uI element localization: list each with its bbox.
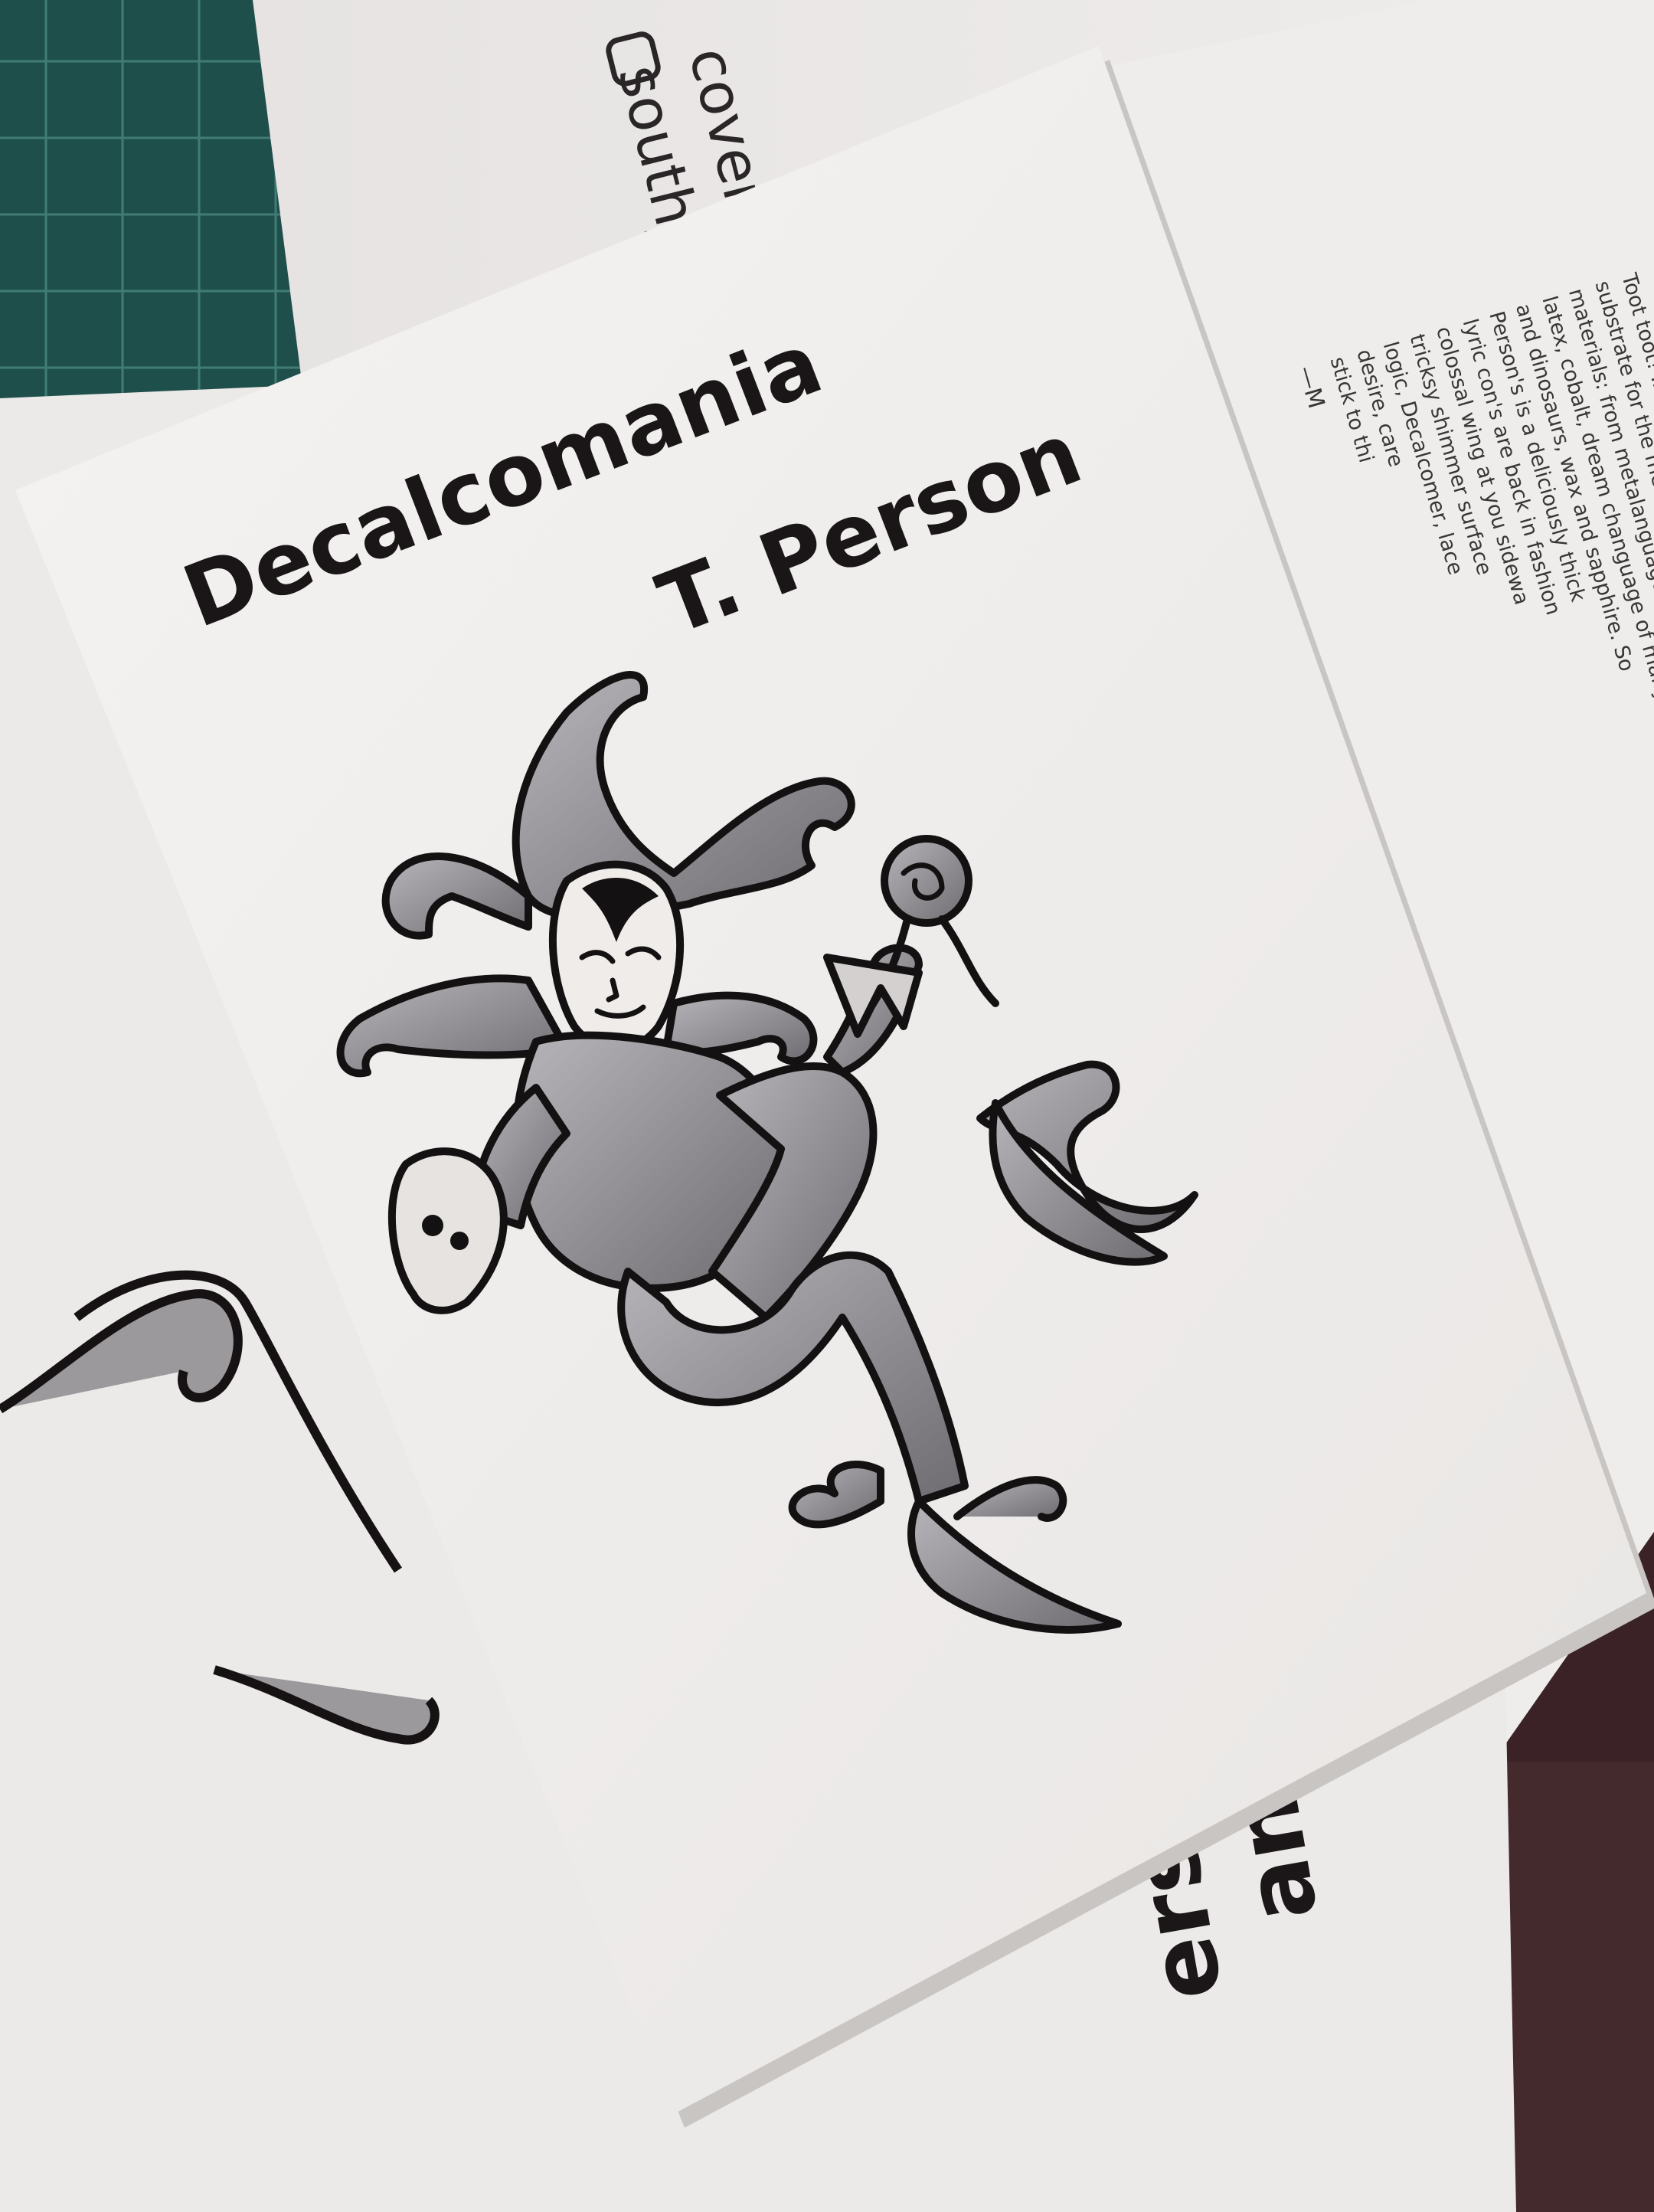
scene-svg: cover south_ Toot toot! In this wily sub…: [0, 0, 1654, 2212]
photo-scene: cover south_ Toot toot! In this wily sub…: [0, 0, 1654, 2212]
